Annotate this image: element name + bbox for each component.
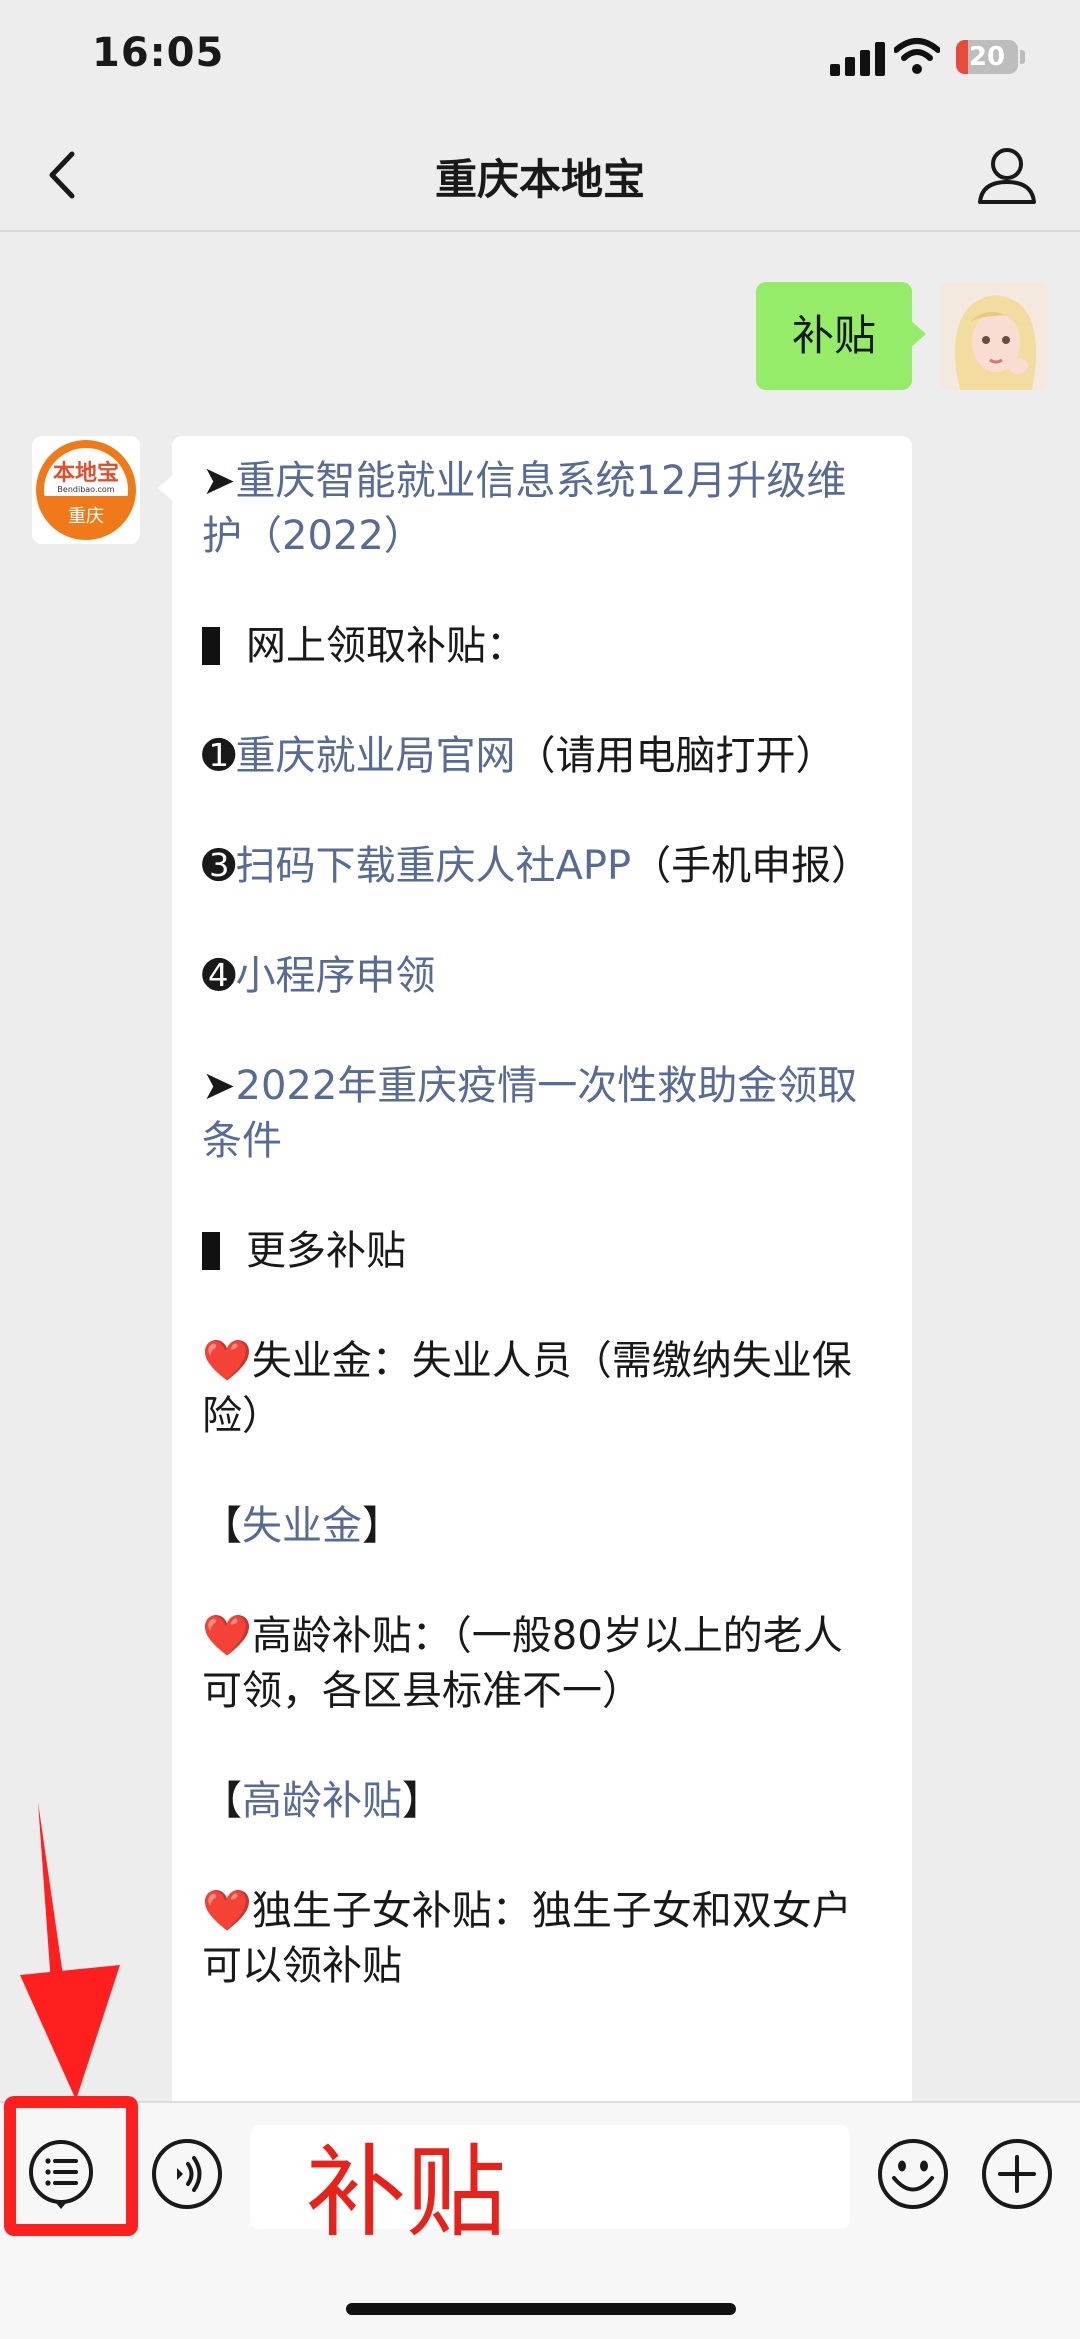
wifi-icon — [894, 38, 940, 74]
section-heading: 更多补贴 — [202, 1224, 882, 1279]
nav-bar: 重庆本地宝 — [0, 120, 1080, 232]
user-avatar-image — [940, 282, 1048, 390]
logo-text: 本地宝 — [53, 460, 119, 486]
section-heading-text: 网上领取补贴： — [246, 623, 526, 669]
section-heading: 网上领取补贴： — [202, 619, 882, 674]
list-item: ➌扫码下载重庆人社APP（手机申报） — [202, 839, 882, 894]
logo-domain: Bendibao.com — [57, 485, 114, 494]
link-paragraph: ➤2022年重庆疫情一次性救助金领取条件 — [202, 1059, 882, 1169]
heart-icon: ❤️ — [202, 1888, 252, 1934]
subsidy-item: ❤️失业金：失业人员（需缴纳失业保险） — [202, 1334, 882, 1444]
red-arrow-annotation — [20, 1802, 120, 2100]
number-icon: ➍ — [202, 953, 236, 999]
bot-avatar[interactable]: 本地宝 Bendibao.com 重庆 — [32, 436, 140, 544]
subsidy-link-line: 【失业金】 — [202, 1499, 882, 1554]
input-text: 补贴 — [306, 2134, 506, 2251]
number-icon: ➊ — [202, 733, 236, 779]
section-bar — [202, 627, 220, 665]
bendibao-logo: 本地宝 Bendibao.com 重庆 — [32, 436, 140, 544]
plus-icon[interactable] — [980, 2137, 1054, 2211]
user-avatar[interactable] — [940, 282, 1048, 390]
battery-icon: 20 — [956, 40, 1018, 74]
subsidy-text: 高龄补贴：（一般80岁以上的老人可领，各区县标准不一） — [202, 1613, 843, 1714]
number-icon: ➌ — [202, 843, 236, 889]
status-bar: 16:05 20 — [0, 0, 1080, 120]
arrow-glyph: ➤ — [202, 1063, 236, 1109]
employment-bureau-link[interactable]: 重庆就业局官网 — [236, 733, 516, 779]
battery-tip — [1020, 50, 1025, 64]
heart-icon: ❤️ — [202, 1338, 252, 1384]
home-indicator — [346, 2303, 736, 2315]
unemployment-link[interactable]: 失业金 — [242, 1503, 362, 1549]
user-message-bubble[interactable]: 补贴 — [756, 282, 926, 390]
system-maintenance-link[interactable]: 重庆智能就业信息系统12月升级维护（2022） — [202, 458, 846, 559]
bracket: 【 — [202, 1778, 242, 1824]
section-bar — [202, 1232, 220, 1270]
heart-icon: ❤️ — [202, 1613, 252, 1659]
bracket: 【 — [202, 1503, 242, 1549]
logo-city: 重庆 — [68, 506, 104, 527]
subsidy-text: 独生子女补贴：独生子女和双女户可以领补贴 — [202, 1888, 852, 1989]
list-item: ➍小程序申领 — [202, 949, 882, 1004]
status-time: 16:05 — [92, 30, 225, 76]
bot-message-bubble: ➤重庆智能就业信息系统12月升级维护（2022） 网上领取补贴： ➊重庆就业局官… — [158, 436, 912, 2136]
list-item-note: （手机申报） — [631, 843, 872, 889]
mini-program-link[interactable]: 小程序申领 — [236, 953, 436, 999]
signal-icon — [830, 42, 886, 76]
link-paragraph: ➤重庆智能就业信息系统12月升级维护（2022） — [202, 454, 882, 564]
arrow-glyph: ➤ — [202, 458, 236, 504]
list-item: ➊重庆就业局官网（请用电脑打开） — [202, 729, 882, 784]
subsidy-item: ❤️高龄补贴：（一般80岁以上的老人可领，各区县标准不一） — [202, 1609, 882, 1719]
app-download-link[interactable]: 扫码下载重庆人社APP — [236, 843, 632, 889]
input-bar: 补贴 — [0, 2101, 1080, 2339]
subsidy-text: 失业金：失业人员（需缴纳失业保险） — [202, 1338, 852, 1439]
page-title: 重庆本地宝 — [434, 155, 645, 204]
relief-fund-link[interactable]: 2022年重庆疫情一次性救助金领取条件 — [202, 1063, 857, 1164]
bot-message-content: ➤重庆智能就业信息系统12月升级维护（2022） 网上领取补贴： ➊重庆就业局官… — [202, 454, 882, 2049]
battery-percent: 20 — [968, 42, 1006, 72]
subsidy-item: ❤️独生子女补贴：独生子女和双女户可以领补贴 — [202, 1884, 882, 1994]
subsidy-link-line: 【高龄补贴】 — [202, 1774, 882, 1829]
message-input[interactable]: 补贴 — [250, 2125, 850, 2251]
list-item-note: （请用电脑打开） — [515, 733, 836, 779]
elderly-subsidy-link[interactable]: 高龄补贴 — [242, 1778, 402, 1824]
person-icon[interactable] — [970, 138, 1044, 212]
red-highlight-box — [4, 2096, 138, 2236]
section-heading-text: 更多补贴 — [246, 1228, 406, 1274]
bracket: 】 — [362, 1503, 402, 1549]
bracket: 】 — [402, 1778, 442, 1824]
voice-icon[interactable] — [150, 2137, 224, 2211]
smiley-icon[interactable] — [876, 2137, 950, 2211]
